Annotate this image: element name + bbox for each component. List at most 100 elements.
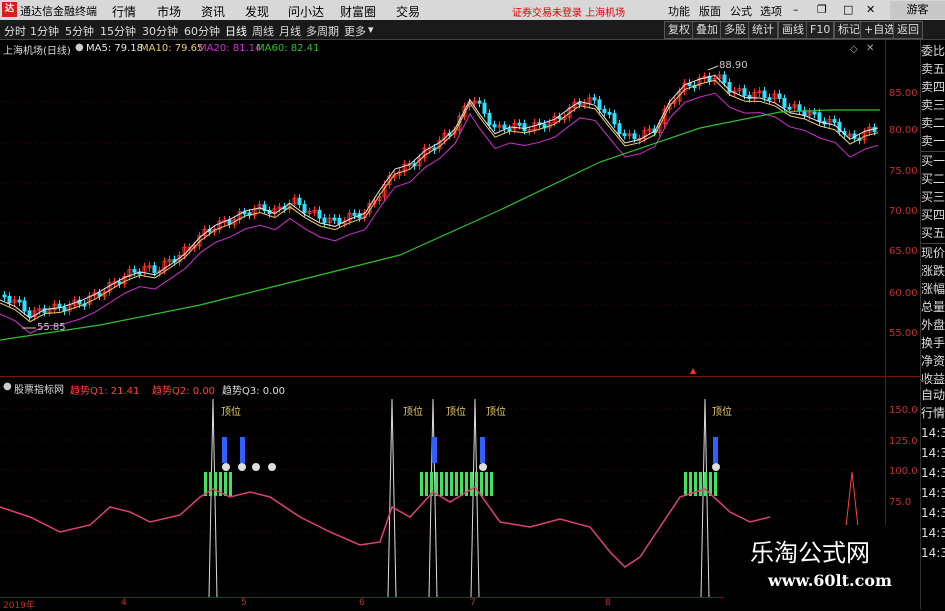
tf-intraday[interactable]: 分时 (4, 23, 26, 39)
tick-time: 14:3 (921, 446, 945, 460)
draw-line-button[interactable]: 画线 (778, 21, 808, 39)
side-item-sell1: 卖一 (921, 134, 945, 148)
tf-1min[interactable]: 1分钟 (30, 23, 59, 39)
signal-bar (435, 472, 438, 496)
tf-more[interactable]: 更多 (344, 23, 366, 39)
candle-body (797, 104, 802, 112)
date-tick: 2019年 (3, 601, 35, 611)
signal-bar (455, 472, 458, 496)
stats-button[interactable]: 统计 (748, 21, 778, 39)
tick-time: 14:3 (921, 426, 945, 440)
candle-body (492, 124, 497, 128)
q1-legend: 趋势Q1: 21.41 (70, 386, 140, 397)
side-item-market[interactable]: 行情 (921, 404, 945, 422)
candle-body (27, 310, 32, 317)
formula-button[interactable]: 公式 (730, 3, 752, 19)
side-item-auto[interactable]: 自动 (921, 386, 945, 404)
login-alert[interactable]: 证券交易未登录 上海机场 (512, 4, 625, 19)
ma10-legend: MA10: 79.65 (140, 43, 204, 54)
top-label: 顶位 (221, 407, 241, 418)
multi-stock-button[interactable]: 多股 (720, 21, 750, 39)
signal-dot-icon (268, 463, 276, 471)
signal-bar (229, 472, 232, 496)
tf-60min[interactable]: 60分钟 (184, 23, 220, 39)
tick-time: 14:3 (921, 546, 945, 560)
candle-body (507, 128, 512, 132)
settings-circle-icon[interactable]: ● (75, 42, 84, 53)
tf-daily[interactable]: 日线 (225, 23, 247, 39)
candle-body (762, 90, 767, 99)
blue-bar (713, 437, 718, 463)
menu-wealth[interactable]: 财富圈 (340, 3, 376, 20)
tf-30min[interactable]: 30分钟 (142, 23, 178, 39)
candle-body (832, 119, 837, 123)
title-bar: 达 通达信金融终端 行情 市场 资讯 发现 问小达 财富圈 交易 证券交易未登录… (0, 0, 945, 20)
layout-button[interactable]: 版面 (699, 3, 721, 19)
signal-dot-icon (222, 463, 230, 471)
tick-time: 14:3 (921, 506, 945, 520)
candle-body (2, 294, 7, 298)
maximize-icon[interactable]: □ (843, 3, 853, 16)
side-item-sell2: 卖二 (921, 116, 945, 130)
date-tick: 7 (470, 598, 476, 608)
tf-multi[interactable]: 多周期 (306, 23, 339, 39)
menu-market[interactable]: 市场 (157, 3, 181, 20)
watermark-title: 乐淘公式网 (750, 539, 870, 567)
candle-body (767, 97, 772, 101)
high-price-label: 88.90 (719, 60, 748, 71)
candle-body (812, 111, 817, 115)
candle-body (632, 133, 637, 140)
tf-monthly[interactable]: 月线 (279, 23, 301, 39)
tf-weekly[interactable]: 周线 (252, 23, 274, 39)
candle-body (302, 203, 307, 214)
signal-bar (445, 472, 448, 496)
quote-side-panel: 委比 卖五 卖四 卖三 卖二 卖一 买一 买二 买三 买四 买五 现价 涨跌 涨… (920, 40, 945, 609)
top-label: 顶位 (486, 407, 506, 418)
indicator-tick: 125.0 (889, 436, 918, 447)
signal-bar (475, 472, 478, 496)
menu-discover[interactable]: 发现 (245, 3, 269, 20)
signal-bar (460, 472, 463, 496)
indicator-settings-icon[interactable]: ● (3, 381, 12, 392)
candle-body (317, 209, 322, 219)
candle-body (7, 295, 12, 304)
tf-5min[interactable]: 5分钟 (65, 23, 94, 39)
overlay-button[interactable]: 叠加 (692, 21, 722, 39)
side-item-buy3: 买三 (921, 190, 945, 204)
price-chart[interactable]: 上海机场(日线) ● MA5: 79.18 MA10: 79.65 MA20: … (0, 40, 885, 376)
top-spike (700, 398, 710, 597)
ma10-line (0, 79, 879, 323)
side-item-turnover: 换手 (921, 336, 945, 350)
tick-time: 14:3 (921, 526, 945, 540)
function-button[interactable]: 功能 (668, 3, 690, 19)
candle-body (352, 212, 357, 216)
guest-button[interactable]: 游客 (890, 1, 945, 19)
ma60-legend: MA60: 82.41 (256, 43, 320, 54)
more-dropdown-icon[interactable]: ▾ (368, 23, 374, 36)
adjust-button[interactable]: 复权 (664, 21, 694, 39)
date-tick: 5 (241, 598, 247, 608)
menu-wenxiaoda[interactable]: 问小达 (288, 3, 324, 20)
minimize-icon[interactable]: – (793, 3, 799, 16)
back-button[interactable]: 返回 (893, 21, 923, 39)
candle-body (612, 113, 617, 125)
options-button[interactable]: 选项 (760, 3, 782, 19)
close-pane-icon[interactable]: ✕ (866, 43, 874, 54)
menu-trade[interactable]: 交易 (396, 3, 420, 20)
ma5-line (0, 74, 879, 319)
restore-icon[interactable]: ❐ (817, 3, 827, 16)
candlestick-chart[interactable] (0, 40, 885, 376)
diamond-icon[interactable]: ◇ (850, 44, 858, 55)
f10-button[interactable]: F10 (806, 21, 835, 39)
watermark: 乐淘公式网 www.60lt.com (724, 525, 914, 605)
indicator-tick: 75.0 (889, 497, 912, 508)
side-item-buy2: 买二 (921, 172, 945, 186)
signal-bar (425, 472, 428, 496)
divider (921, 380, 945, 381)
signal-bar (490, 472, 493, 496)
top-label: 顶位 (446, 407, 466, 418)
close-icon[interactable]: ✕ (866, 3, 875, 16)
tf-15min[interactable]: 15分钟 (100, 23, 136, 39)
menu-hq[interactable]: 行情 (112, 3, 136, 20)
menu-news[interactable]: 资讯 (201, 3, 225, 20)
